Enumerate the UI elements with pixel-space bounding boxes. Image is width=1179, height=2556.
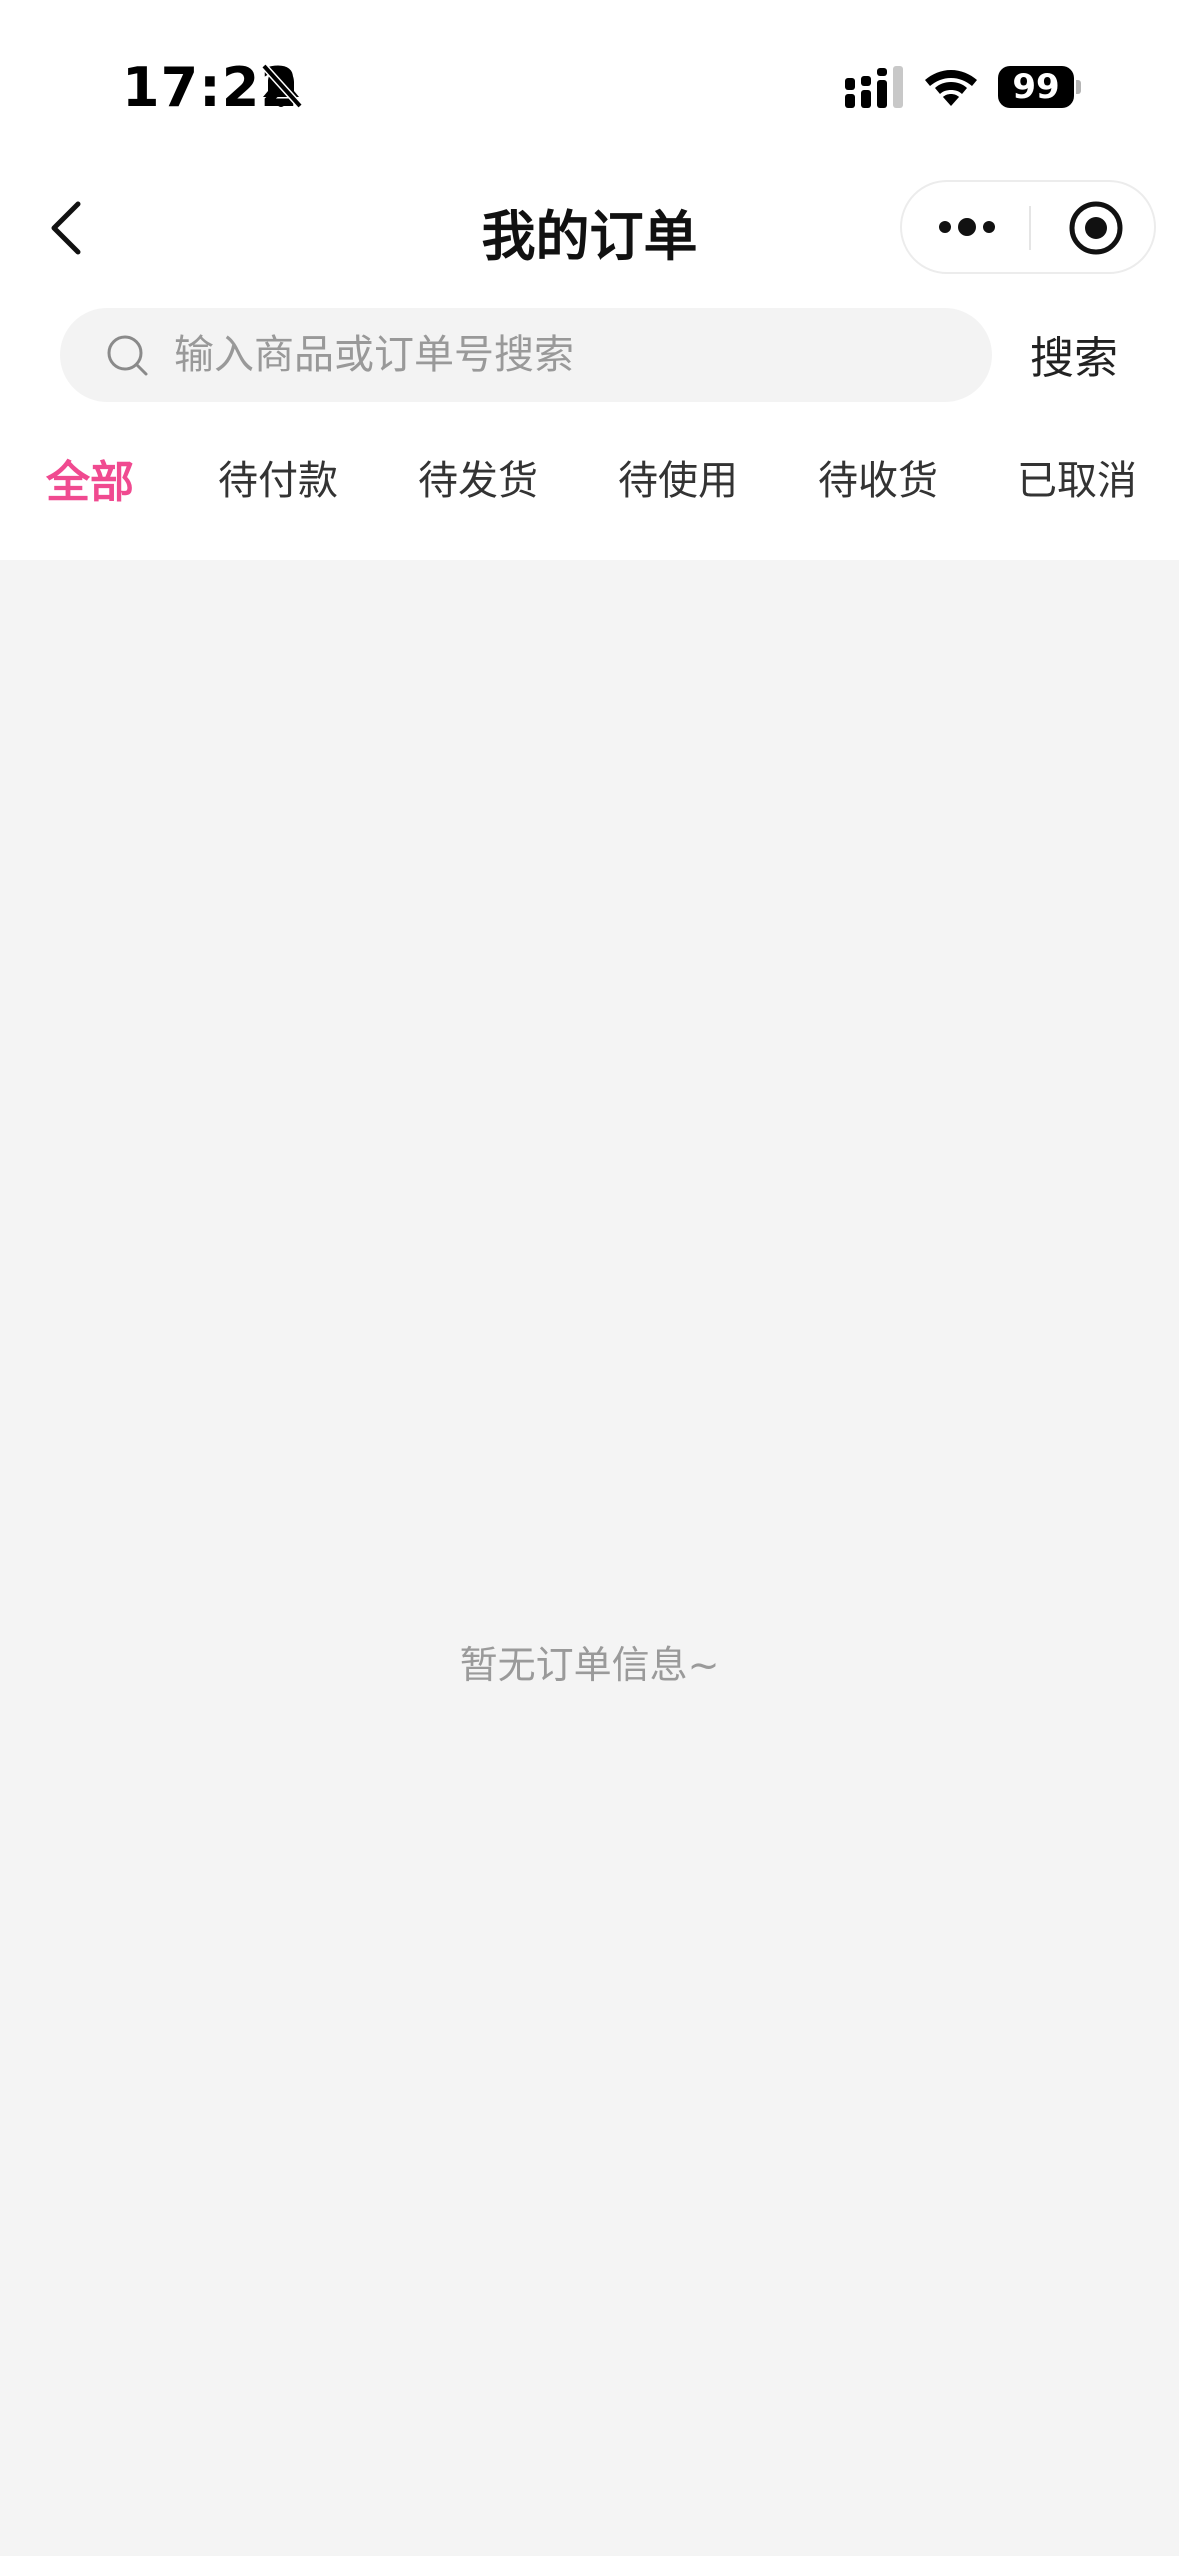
mini-program-capsule (900, 180, 1156, 274)
empty-state-message: 暂无订单信息~ (459, 1643, 720, 1687)
tab-pending-use[interactable]: 待使用 (618, 448, 738, 506)
order-status-tabs: 全部 待付款 待发货 待使用 待收货 已取消 (0, 448, 1179, 528)
search-button[interactable]: 搜索 (1030, 322, 1118, 386)
battery-tip (1076, 80, 1081, 94)
search-input[interactable] (174, 308, 954, 402)
header-panel: 17:22 99 我的订单 输入商品或订单号搜索 搜索 全部 待付款 待发货 待… (0, 0, 1179, 560)
bell-off-icon (261, 63, 303, 109)
signal-icon (845, 66, 903, 108)
more-dots-icon[interactable] (938, 212, 996, 242)
tab-cancelled[interactable]: 已取消 (1017, 448, 1137, 506)
capsule-divider (1029, 206, 1031, 250)
tab-pending-shipment[interactable]: 待发货 (418, 448, 538, 506)
wifi-icon (925, 70, 977, 106)
battery-indicator: 99 (998, 66, 1074, 108)
tab-all[interactable]: 全部 (46, 446, 134, 510)
search-icon (107, 335, 148, 376)
search-bar[interactable] (60, 308, 992, 402)
target-icon[interactable] (1068, 200, 1124, 256)
tab-pending-receipt[interactable]: 待收货 (818, 448, 938, 506)
tab-pending-payment[interactable]: 待付款 (218, 448, 338, 506)
